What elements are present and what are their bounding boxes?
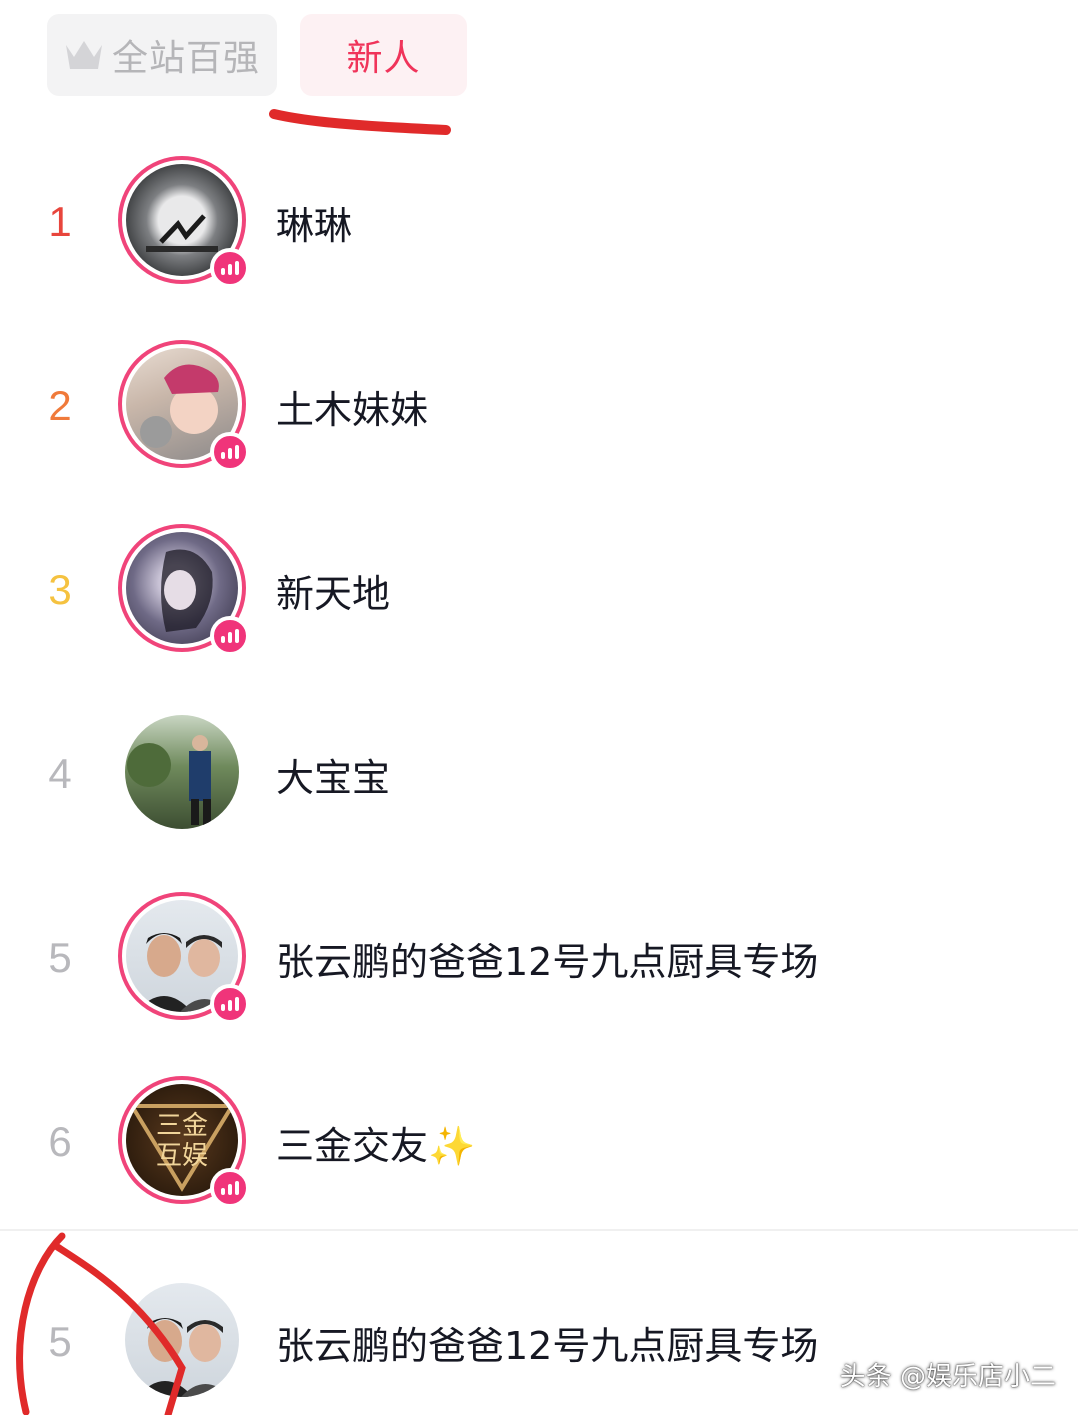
watermark: 头条 @娱乐店小二	[839, 1362, 1056, 1392]
live-icon	[210, 1168, 250, 1208]
rank-number: 2	[48, 382, 72, 429]
streamer-name: 三金交友✨	[276, 1123, 476, 1168]
list-item[interactable]: 3 新天地	[0, 498, 1078, 682]
live-icon	[210, 432, 250, 472]
tab-all-top100[interactable]: 全站百强	[47, 14, 277, 96]
list-item[interactable]: 1 琳琳	[0, 130, 1078, 314]
streamer-name: 琳琳	[276, 203, 353, 248]
sanjin-text-1: 三金	[156, 1111, 208, 1141]
streamer-name: 大宝宝	[276, 755, 391, 800]
avatar[interactable]: 三金 互娱	[118, 1076, 250, 1208]
list-item[interactable]: 6 三金 互娱 三金交友✨	[0, 1050, 1078, 1234]
streamer-name: 张云鹏的爸爸12号九点厨具专场	[276, 939, 819, 984]
rank-number: 4	[48, 750, 72, 797]
live-icon	[210, 984, 250, 1024]
streamer-name: 新天地	[276, 571, 391, 616]
annotation-circle	[16, 1232, 186, 1415]
tab-new-label: 新人	[346, 38, 421, 79]
streamer-name: 土木妹妹	[276, 387, 429, 432]
streamer-name: 张云鹏的爸爸12号九点厨具专场	[276, 1323, 819, 1368]
live-icon	[210, 248, 250, 288]
list-item[interactable]: 2 土木妹妹	[0, 314, 1078, 498]
list-item[interactable]: 4 大宝宝	[0, 682, 1078, 866]
live-icon	[210, 616, 250, 656]
avatar[interactable]	[118, 524, 250, 656]
avatar[interactable]	[118, 340, 250, 472]
avatar[interactable]	[118, 892, 250, 1024]
sanjin-text-2: 互娱	[156, 1141, 208, 1171]
tab-all-label: 全站百强	[111, 38, 260, 79]
rank-number: 3	[48, 566, 72, 613]
avatar[interactable]	[118, 708, 246, 836]
tab-newcomers[interactable]: 新人	[300, 14, 467, 96]
rank-number: 1	[48, 198, 72, 245]
avatar[interactable]	[118, 156, 250, 288]
rank-number: 5	[48, 934, 72, 981]
rank-number: 6	[48, 1118, 72, 1165]
crown-icon	[65, 41, 102, 69]
list-item[interactable]: 5 张云鹏的爸爸12号九点厨具专场	[0, 866, 1078, 1050]
